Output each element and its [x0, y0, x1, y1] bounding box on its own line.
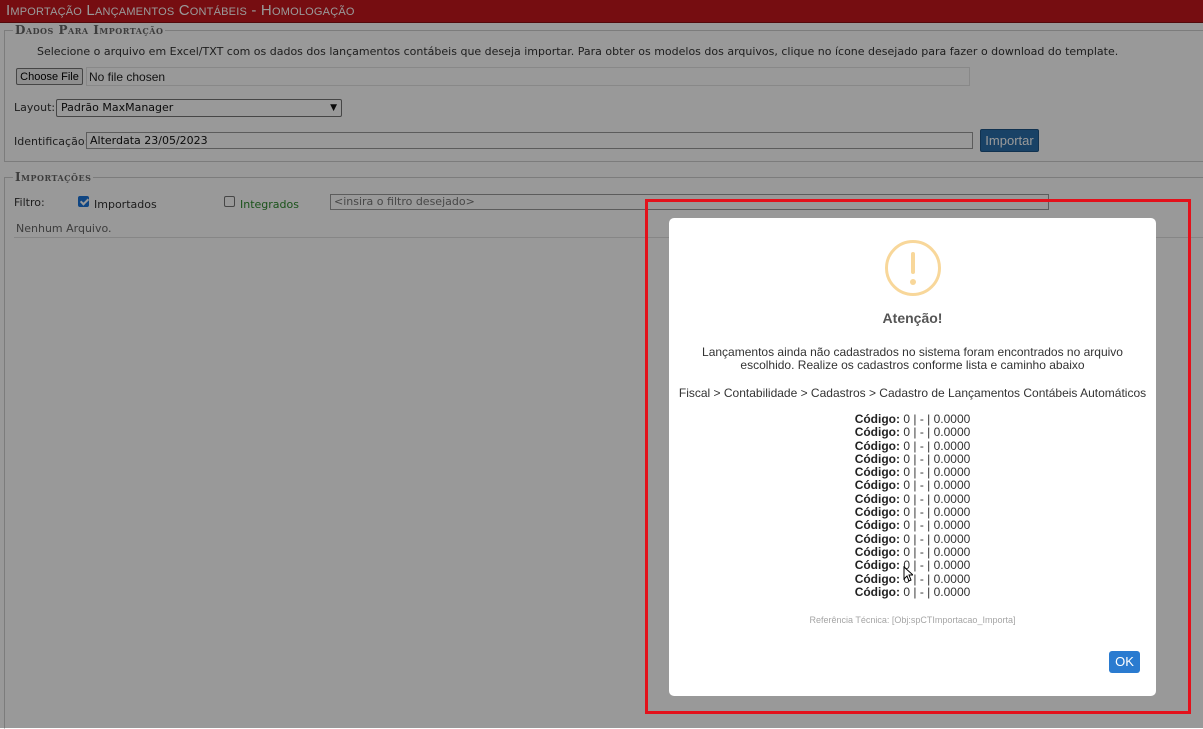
mouse-cursor-icon — [903, 566, 913, 582]
highlight-box — [645, 199, 1191, 714]
